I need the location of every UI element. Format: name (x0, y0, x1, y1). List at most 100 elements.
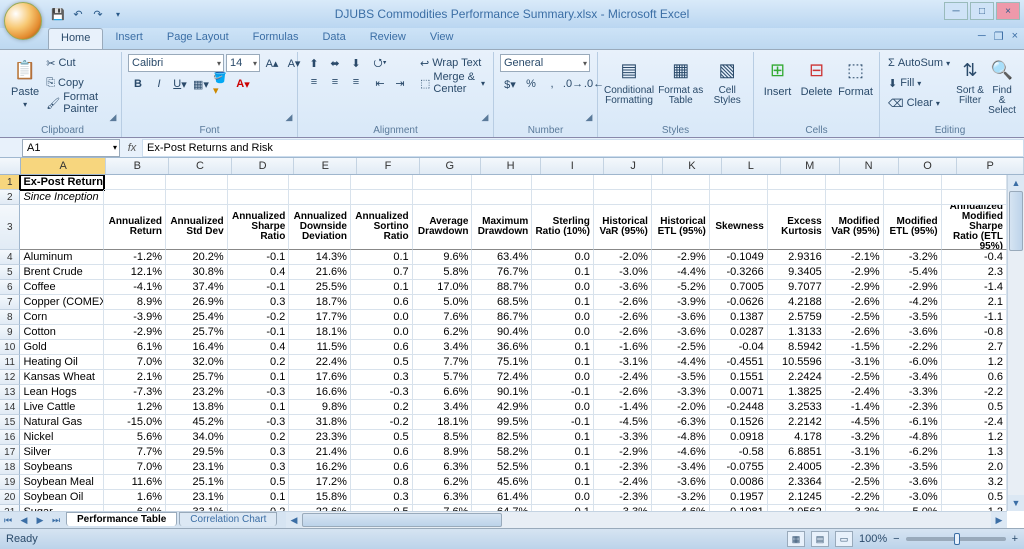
col-header-L[interactable]: L (722, 158, 781, 174)
cell[interactable]: Average Drawdown (413, 205, 473, 250)
cell[interactable]: 86.7% (472, 310, 532, 325)
cell[interactable]: 8.9% (413, 445, 473, 460)
copy-button[interactable]: ⎘Copy (44, 74, 115, 92)
font-name-select[interactable]: Calibri (128, 54, 224, 72)
cell[interactable]: -3.2% (884, 250, 942, 265)
cell[interactable]: Annualized Sharpe Ratio (228, 205, 290, 250)
row-header[interactable]: 7 (0, 295, 20, 310)
cell[interactable]: -2.0% (594, 250, 652, 265)
cell[interactable]: Corn (20, 310, 104, 325)
cell[interactable]: -0.3 (351, 385, 413, 400)
cell[interactable] (104, 175, 166, 190)
tab-data[interactable]: Data (310, 28, 357, 49)
font-launcher-icon[interactable]: ◢ (283, 111, 295, 123)
cell[interactable]: Soybean Oil (20, 490, 104, 505)
cell[interactable]: 0.5 (942, 400, 1007, 415)
row-header[interactable]: 16 (0, 430, 20, 445)
cell[interactable]: 6.3% (413, 490, 473, 505)
cell[interactable]: Brent Crude (20, 265, 104, 280)
cell[interactable]: -3.5% (884, 310, 942, 325)
cell[interactable] (413, 190, 473, 205)
cell[interactable]: 0.8 (351, 475, 413, 490)
tab-home[interactable]: Home (48, 28, 103, 49)
cell[interactable]: 6.1% (104, 340, 166, 355)
format-painter-button[interactable]: 🖌Format Painter (44, 94, 115, 112)
qat-redo-icon[interactable]: ↷ (90, 6, 106, 22)
cell[interactable]: -0.3 (228, 415, 290, 430)
cell[interactable]: -3.1% (594, 355, 652, 370)
cell[interactable]: -6.1% (884, 415, 942, 430)
cell[interactable]: 0.6 (351, 460, 413, 475)
cell[interactable]: -3.3% (652, 385, 710, 400)
cell[interactable] (884, 175, 942, 190)
vertical-scrollbar[interactable]: ▲ ▼ (1007, 175, 1024, 511)
cell[interactable]: 17.0% (413, 280, 473, 295)
cell[interactable]: -0.1 (228, 250, 290, 265)
cell[interactable]: Modified VaR (95%) (826, 205, 884, 250)
cell[interactable]: 0.7 (351, 265, 413, 280)
cell[interactable]: -3.4% (652, 460, 710, 475)
formula-bar[interactable]: Ex-Post Returns and Risk (142, 139, 1024, 157)
cell[interactable]: 0.1 (532, 445, 594, 460)
cell[interactable]: 0.0 (351, 325, 413, 340)
cell[interactable] (826, 175, 884, 190)
cell[interactable]: -4.2% (884, 295, 942, 310)
cell[interactable]: 6.6% (413, 385, 473, 400)
cell[interactable]: 17.6% (289, 370, 351, 385)
row-header[interactable]: 17 (0, 445, 20, 460)
cell[interactable]: 0.6 (351, 295, 413, 310)
cell[interactable]: 76.7% (472, 265, 532, 280)
col-header-H[interactable]: H (481, 158, 542, 174)
cell[interactable]: 45.2% (166, 415, 228, 430)
row-header[interactable]: 13 (0, 385, 20, 400)
cell[interactable]: -2.9% (826, 265, 884, 280)
cell[interactable]: 0.5 (942, 490, 1007, 505)
conditional-formatting-button[interactable]: ▤Conditional Formatting (604, 54, 654, 106)
cell[interactable]: 90.1% (472, 385, 532, 400)
cell[interactable]: -3.2% (826, 430, 884, 445)
cell[interactable]: -2.5% (826, 370, 884, 385)
cell[interactable]: -6.2% (884, 445, 942, 460)
tab-review[interactable]: Review (358, 28, 418, 49)
insert-cells-button[interactable]: ⊞Insert (760, 54, 795, 98)
zoom-level[interactable]: 100% (859, 533, 887, 545)
col-header-J[interactable]: J (604, 158, 663, 174)
sheet-tab-performance[interactable]: Performance Table (66, 512, 177, 526)
cell[interactable]: -0.4551 (710, 355, 768, 370)
cell[interactable] (768, 175, 826, 190)
cell[interactable]: -0.1 (532, 415, 594, 430)
cell[interactable]: Copper (COMEX) (20, 295, 104, 310)
cell[interactable]: 72.4% (472, 370, 532, 385)
cell[interactable]: -4.8% (884, 430, 942, 445)
zoom-out-icon[interactable]: − (893, 533, 899, 545)
cell[interactable]: 0.3 (228, 445, 290, 460)
clear-button[interactable]: ⌫Clear▾ (886, 94, 952, 112)
col-header-I[interactable]: I (541, 158, 604, 174)
cell[interactable]: 16.6% (289, 385, 351, 400)
cell[interactable]: 8.9% (104, 295, 166, 310)
hscroll-thumb[interactable] (302, 513, 502, 527)
accounting-format-icon[interactable]: $▾ (500, 75, 520, 93)
cell[interactable]: 45.6% (472, 475, 532, 490)
cell[interactable]: -0.2 (228, 310, 290, 325)
cell[interactable] (710, 175, 768, 190)
cell[interactable]: -2.2% (884, 340, 942, 355)
format-as-table-button[interactable]: ▦Format as Table (658, 54, 703, 106)
cell[interactable]: 3.4% (413, 400, 473, 415)
cell[interactable]: 1.6% (104, 490, 166, 505)
bold-button[interactable]: B (128, 75, 148, 93)
cell[interactable]: 0.0 (532, 310, 594, 325)
cell[interactable]: Annualized Sortino Ratio (351, 205, 413, 250)
cell[interactable]: 1.2 (942, 355, 1007, 370)
cell[interactable]: -0.04 (710, 340, 768, 355)
cell[interactable]: 0.0 (532, 490, 594, 505)
cell[interactable]: 88.7% (472, 280, 532, 295)
cell[interactable]: 3.4% (413, 340, 473, 355)
office-button[interactable] (4, 2, 42, 40)
align-left-icon[interactable]: ≡ (304, 73, 324, 91)
cell[interactable]: 25.7% (166, 370, 228, 385)
cell[interactable]: -0.0626 (710, 295, 768, 310)
cell[interactable]: -1.5% (826, 340, 884, 355)
row-header[interactable]: 8 (0, 310, 20, 325)
cell[interactable]: Heating Oil (20, 355, 104, 370)
